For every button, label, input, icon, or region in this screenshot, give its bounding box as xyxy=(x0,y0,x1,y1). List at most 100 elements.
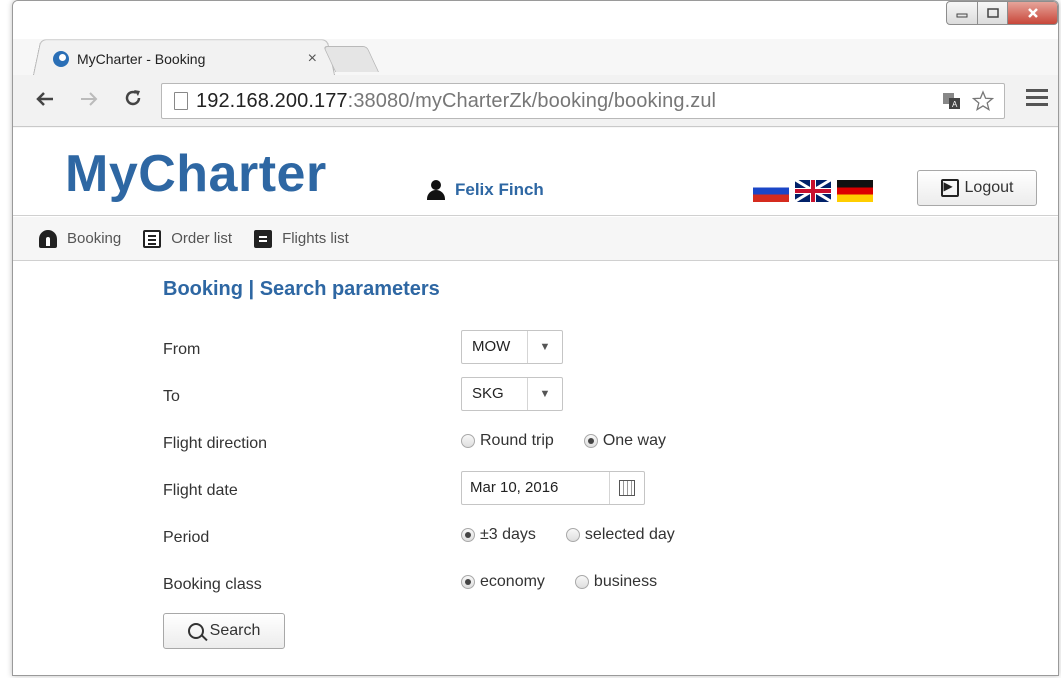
to-value[interactable]: SKG xyxy=(462,377,528,410)
logout-label: Logout xyxy=(964,179,1014,196)
from-value[interactable]: MOW xyxy=(462,330,528,363)
browser-toolbar: 192.168.200.177:38080/myCharterZk/bookin… xyxy=(13,75,1058,127)
from-label: From xyxy=(163,340,201,358)
radio-button[interactable] xyxy=(461,574,475,589)
to-combobox[interactable]: SKG ▼ xyxy=(461,376,563,411)
period-label: Period xyxy=(163,528,210,546)
close-icon xyxy=(1027,8,1038,18)
maximize-button[interactable] xyxy=(978,1,1008,25)
forward-button[interactable] xyxy=(79,87,99,115)
menu-item-label: Order list xyxy=(171,230,233,247)
logout-icon xyxy=(940,179,959,197)
radio-button[interactable] xyxy=(583,433,598,448)
radio-button[interactable] xyxy=(574,574,589,589)
svg-text:A: A xyxy=(952,100,958,109)
url-text[interactable]: 192.168.200.177:38080/myCharterZk/bookin… xyxy=(196,90,716,113)
hamburger-icon xyxy=(1026,89,1048,92)
radio-button[interactable] xyxy=(461,433,475,448)
to-dropdown-button[interactable]: ▼ xyxy=(528,378,562,410)
list-icon xyxy=(143,229,162,248)
tab-close-button[interactable]: × xyxy=(308,50,317,68)
radio-plus-minus-3-days[interactable]: ±3 days xyxy=(461,526,536,544)
address-bar[interactable]: 192.168.200.177:38080/myCharterZk/bookin… xyxy=(161,83,1005,119)
title-bar xyxy=(13,1,1058,39)
radio-round-trip[interactable]: Round trip xyxy=(461,432,554,450)
translate-icon[interactable]: A xyxy=(942,92,962,110)
back-button[interactable] xyxy=(35,87,55,115)
user-name: Felix Finch xyxy=(455,180,544,199)
radio-label: selected day xyxy=(584,525,675,543)
app-header: MyCharter Felix Finch Logout xyxy=(13,128,1058,216)
menu-item-label: Booking xyxy=(67,230,122,247)
close-window-button[interactable] xyxy=(1008,1,1058,25)
search-label: Search xyxy=(209,622,261,639)
browser-window: MyCharter - Booking × 192.168.200.177:38… xyxy=(12,0,1059,676)
radio-label: ±3 days xyxy=(480,525,536,543)
calendar-icon xyxy=(619,479,635,496)
direction-radio-group: Round trip One way xyxy=(461,432,666,450)
booking-icon xyxy=(39,229,57,248)
radio-button[interactable] xyxy=(461,527,475,542)
from-row: From MOW ▼ xyxy=(163,323,863,370)
window-controls xyxy=(946,1,1058,25)
favicon-icon xyxy=(53,51,69,67)
search-button[interactable]: Search xyxy=(163,613,285,649)
minimize-icon xyxy=(956,13,968,18)
menu-item-order-list[interactable]: Order list xyxy=(143,229,233,248)
forward-arrow-icon xyxy=(81,92,98,106)
to-row: To SKG ▼ xyxy=(163,370,863,417)
calendar-button[interactable] xyxy=(610,472,644,504)
class-radio-group: economy business xyxy=(461,573,657,591)
back-arrow-icon xyxy=(36,92,53,106)
minimize-button[interactable] xyxy=(946,1,978,25)
direction-label: Flight direction xyxy=(163,434,268,452)
class-label: Booking class xyxy=(163,575,262,593)
page-content: MyCharter Felix Finch Logout Booking xyxy=(13,128,1058,675)
maximize-icon xyxy=(986,8,999,18)
radio-economy[interactable]: economy xyxy=(461,573,545,591)
period-row: Period ±3 days selected day xyxy=(163,511,863,558)
date-row: Flight date Mar 10, 2016 xyxy=(163,464,863,511)
flag-english[interactable] xyxy=(795,180,831,202)
flights-icon xyxy=(254,229,273,248)
user-icon xyxy=(427,180,445,200)
page-title: Booking | Search parameters xyxy=(163,278,440,300)
language-flags xyxy=(753,180,873,202)
chevron-down-icon: ▼ xyxy=(539,387,551,400)
bookmark-star-icon[interactable] xyxy=(972,90,994,112)
radio-label: business xyxy=(593,572,658,590)
page-icon xyxy=(174,92,188,110)
to-label: To xyxy=(163,387,180,405)
from-dropdown-button[interactable]: ▼ xyxy=(528,331,562,363)
flag-german[interactable] xyxy=(837,180,873,202)
flight-date-input[interactable]: Mar 10, 2016 xyxy=(462,471,610,504)
main-menu: Booking Order list Flights list xyxy=(13,217,1058,261)
class-row: Booking class economy business xyxy=(163,558,863,605)
search-icon xyxy=(187,623,204,639)
period-radio-group: ±3 days selected day xyxy=(461,526,675,544)
date-label: Flight date xyxy=(163,481,238,499)
radio-label: One way xyxy=(602,431,666,449)
browser-menu-button[interactable] xyxy=(1026,89,1048,107)
radio-selected-day[interactable]: selected day xyxy=(565,525,675,544)
reload-button[interactable] xyxy=(123,87,143,115)
address-bar-actions: A xyxy=(942,90,994,112)
booking-form: Booking | Search parameters From MOW ▼ T… xyxy=(163,278,863,649)
flag-russian[interactable] xyxy=(753,180,789,202)
radio-business[interactable]: business xyxy=(574,572,658,591)
radio-button[interactable] xyxy=(565,527,580,542)
menu-item-flights-list[interactable]: Flights list xyxy=(254,229,349,248)
browser-tab-content[interactable]: MyCharter - Booking × xyxy=(53,47,323,71)
radio-one-way[interactable]: One way xyxy=(583,431,666,450)
radio-label: Round trip xyxy=(480,431,554,449)
current-user: Felix Finch xyxy=(427,180,544,200)
tab-title: MyCharter - Booking xyxy=(77,51,206,67)
from-combobox[interactable]: MOW ▼ xyxy=(461,329,563,364)
flight-date-picker[interactable]: Mar 10, 2016 xyxy=(461,470,645,505)
radio-label: economy xyxy=(480,572,545,590)
brand-logo: MyCharter xyxy=(65,145,327,203)
chevron-down-icon: ▼ xyxy=(539,340,551,353)
logout-button[interactable]: Logout xyxy=(917,170,1037,206)
reload-icon xyxy=(125,90,141,106)
menu-item-booking[interactable]: Booking xyxy=(39,229,122,248)
